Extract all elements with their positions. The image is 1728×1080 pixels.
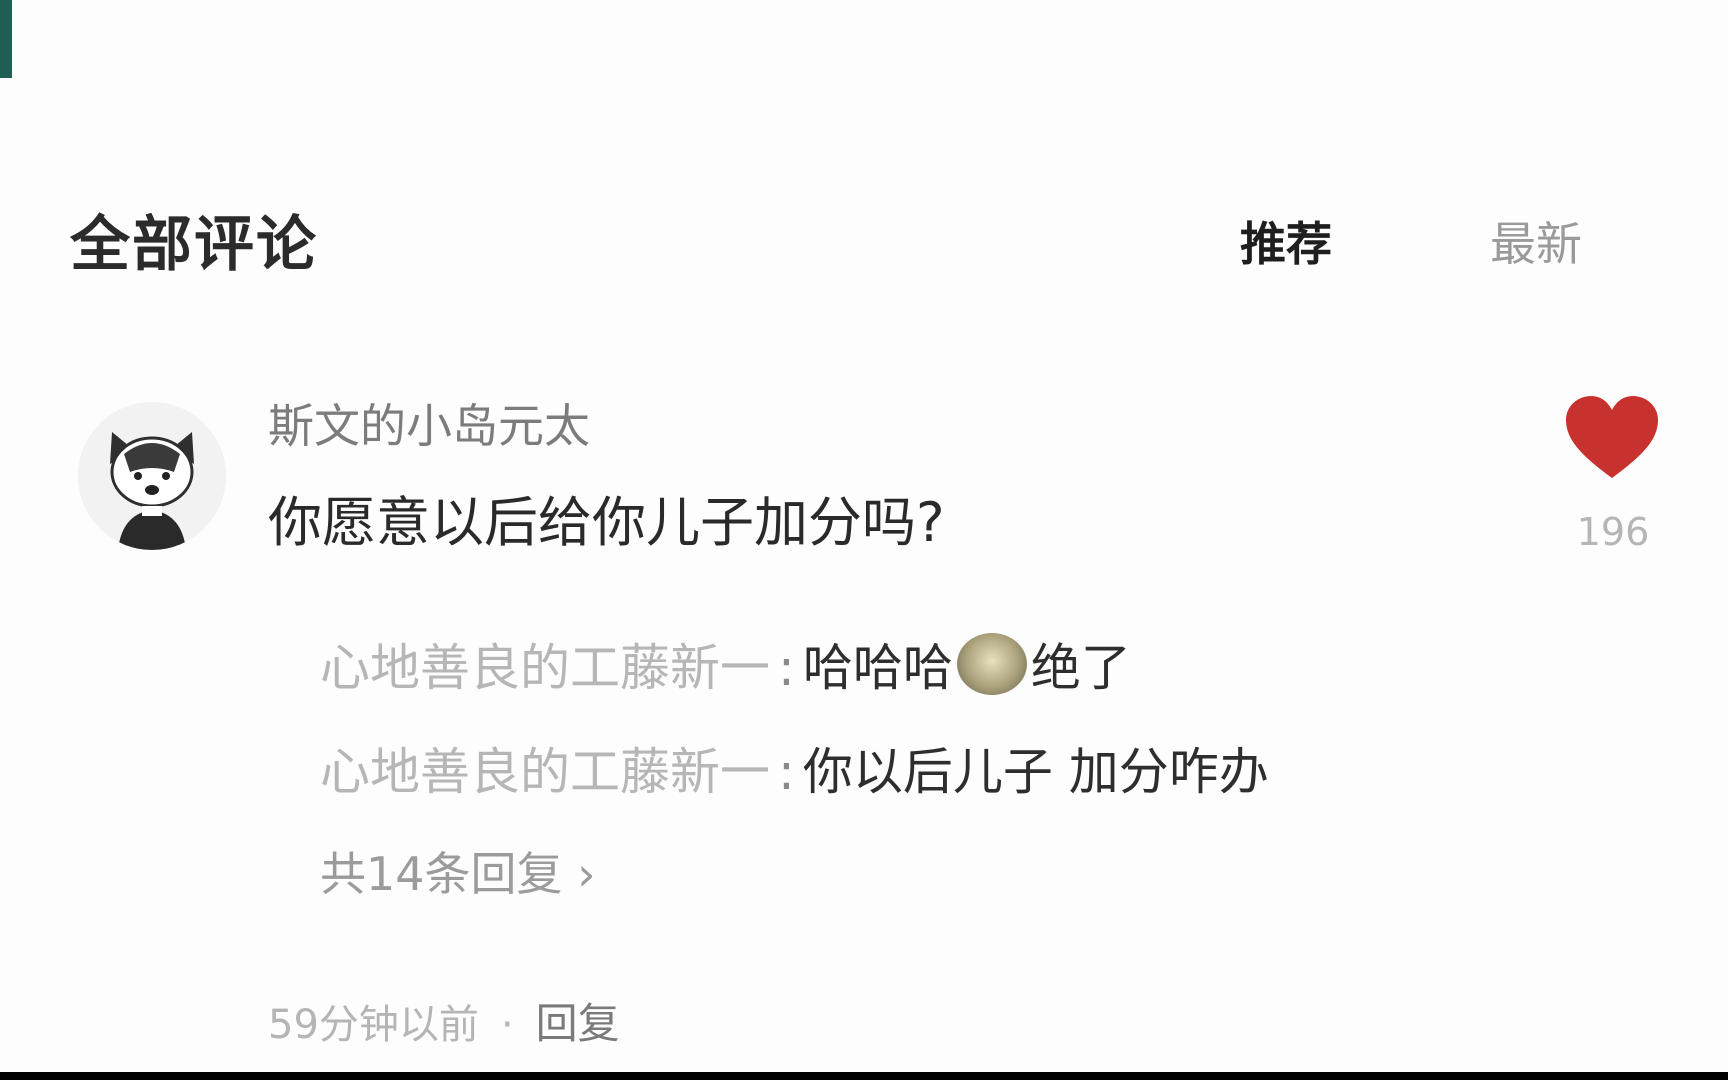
section-title: 全部评论 xyxy=(70,210,318,280)
comment-meta: 59分钟以前 · 回复 xyxy=(268,990,620,1051)
reply-text-end: 绝了 xyxy=(1030,639,1131,697)
comment-time: 59分钟以前 xyxy=(268,1002,479,1048)
laughing-emoji-icon xyxy=(956,633,1027,695)
comment-author[interactable]: 斯文的小岛元太 xyxy=(268,390,590,456)
like-count: 196 xyxy=(1576,510,1650,554)
view-more-replies-button[interactable]: 共14条回复 › xyxy=(320,838,596,904)
reply-button[interactable]: 回复 xyxy=(536,990,620,1051)
reply-author: 心地善良的工藤新一 xyxy=(320,743,770,801)
reply-item[interactable]: 心地善良的工藤新一: 你以后儿子 加分咋办 xyxy=(320,732,1269,804)
reply-text: 哈哈哈 xyxy=(802,639,953,697)
husky-avatar-icon xyxy=(78,402,226,550)
left-edge-strip xyxy=(0,0,12,78)
avatar[interactable] xyxy=(78,402,226,550)
replies-box: 心地善良的工藤新一: 哈哈哈 绝了 心地善良的工藤新一: 你以后儿子 加分咋办 共14… xyxy=(300,628,1620,958)
heart-icon xyxy=(1566,396,1658,478)
reply-separator: : xyxy=(778,639,795,697)
tab-recommend[interactable]: 推荐 xyxy=(1240,208,1332,274)
reply-separator: : xyxy=(778,743,795,801)
meta-dot: · xyxy=(500,1002,514,1048)
reply-text: 你以后儿子 加分咋办 xyxy=(802,743,1269,801)
reply-author: 心地善良的工藤新一 xyxy=(320,639,770,697)
comments-header: 全部评论 推荐 最新 xyxy=(70,196,1590,280)
like-button[interactable] xyxy=(1562,390,1662,490)
reply-item[interactable]: 心地善良的工藤新一: 哈哈哈 绝了 xyxy=(320,628,1131,700)
comment-text: 你愿意以后给你儿子加分吗? xyxy=(268,491,945,554)
tab-latest[interactable]: 最新 xyxy=(1490,208,1582,274)
comment-item: 斯文的小岛元太 你愿意以后给你儿子加分吗? 196 心地善良的工藤新一: 哈哈哈 绝… xyxy=(0,380,1728,1072)
app-screen: 全部评论 推荐 最新 斯文的小岛元太 你愿意以后给你儿子加分吗? 196 心地善… xyxy=(0,0,1728,1072)
